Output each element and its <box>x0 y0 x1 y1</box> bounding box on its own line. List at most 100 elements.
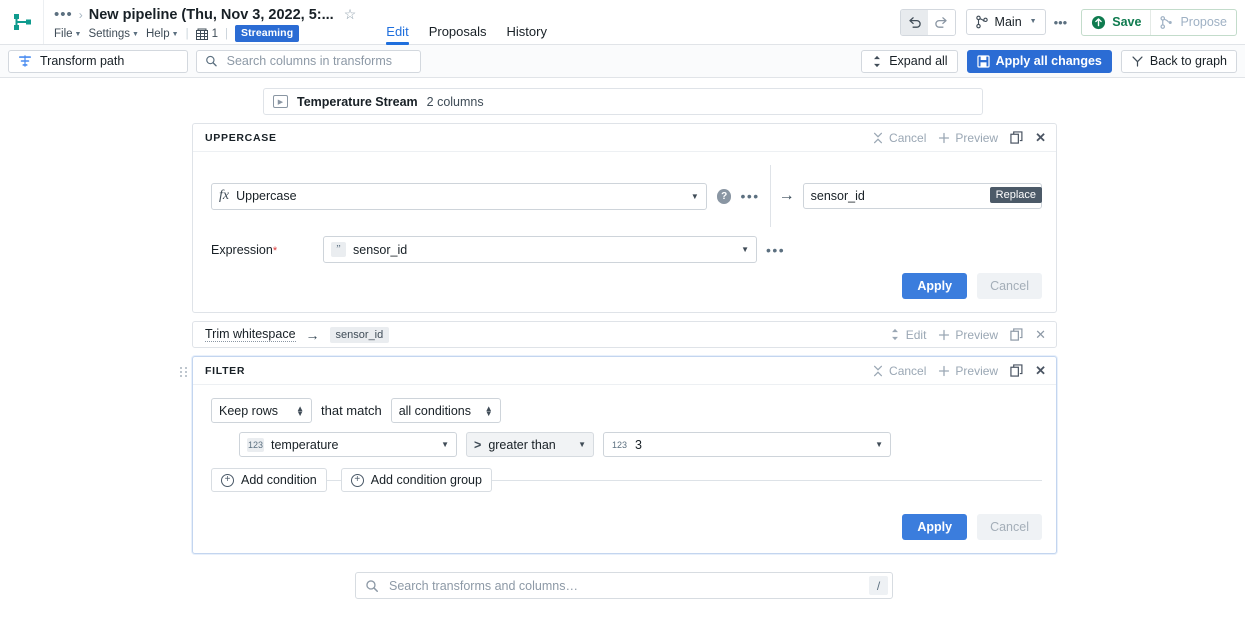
search-columns-input[interactable] <box>225 53 412 69</box>
filter-apply-button[interactable]: Apply <box>902 514 967 540</box>
trim-edit-label: Edit <box>906 328 927 342</box>
trim-edit-button[interactable]: Edit <box>889 328 927 342</box>
page-title: New pipeline (Thu, Nov 3, 2022, 5:... <box>89 7 334 23</box>
uppercase-collapse-cancel-button[interactable]: Cancel <box>872 131 926 145</box>
trim-whitespace-label: Trim whitespace <box>205 327 296 342</box>
undo-button[interactable] <box>901 10 928 35</box>
menu-help[interactable]: Help▼ <box>146 28 179 40</box>
menu-file[interactable]: File▼ <box>54 28 81 40</box>
undo-redo-group <box>900 9 956 36</box>
duplicate-icon <box>1010 364 1023 377</box>
filter-card-body: Keep rows ▲▼ that match all conditions ▲… <box>193 385 1056 502</box>
redo-icon <box>934 15 949 30</box>
menu-settings[interactable]: Settings▼ <box>88 28 139 40</box>
uppercase-card-footer: Apply Cancel <box>193 273 1056 312</box>
condition-value: 3 <box>635 438 642 452</box>
uppercase-duplicate-button[interactable] <box>1010 131 1023 144</box>
condition-column-value: temperature <box>271 438 338 452</box>
transform-path-icon <box>18 54 32 68</box>
duplicate-icon <box>1010 131 1023 144</box>
transform-search-box[interactable]: / <box>355 572 893 599</box>
propose-branch-icon <box>1159 15 1174 30</box>
trim-whitespace-row[interactable]: Trim whitespace → sensor_id Edit Preview <box>192 321 1057 348</box>
function-select[interactable]: fx Uppercase ▼ <box>211 183 707 210</box>
breadcrumb-overflow-button[interactable]: ••• <box>54 10 73 20</box>
output-column-value: sensor_id <box>811 189 865 203</box>
filter-duplicate-button[interactable] <box>1010 364 1023 377</box>
filter-collapse-cancel-button[interactable]: Cancel <box>872 364 926 378</box>
more-options-button[interactable]: ••• <box>1046 9 1076 35</box>
expression-label-text: Expression <box>211 243 273 257</box>
condition-operator-select[interactable]: > greater than ▼ <box>466 432 594 457</box>
add-condition-group-button[interactable]: + Add condition group <box>341 468 492 492</box>
transform-path-button[interactable]: Transform path <box>8 50 188 73</box>
tab-history[interactable]: History <box>497 24 557 45</box>
trim-duplicate-button[interactable] <box>1010 328 1023 341</box>
uppercase-preview-button[interactable]: Preview <box>938 131 998 145</box>
condition-column-select[interactable]: 123 temperature ▼ <box>239 432 457 457</box>
arrow-right-icon: → <box>306 327 320 343</box>
apply-all-changes-button[interactable]: Apply all changes <box>967 50 1112 73</box>
filter-cancel-button[interactable]: Cancel <box>977 514 1042 540</box>
chevron-down-icon: ▼ <box>741 245 749 254</box>
breadcrumb-separator: › <box>79 8 83 22</box>
filter-card-footer: Apply Cancel <box>193 502 1056 553</box>
keep-rows-select[interactable]: Keep rows ▲▼ <box>211 398 312 423</box>
filter-close-button[interactable]: ✕ <box>1035 363 1046 379</box>
add-condition-button[interactable]: + Add condition <box>211 468 327 492</box>
expression-value: sensor_id <box>353 243 407 257</box>
back-to-graph-button[interactable]: Back to graph <box>1121 50 1237 73</box>
tab-edit[interactable]: Edit <box>376 24 418 45</box>
uppercase-card-title: UPPERCASE <box>205 132 277 144</box>
divider: | <box>225 28 228 40</box>
uppercase-apply-button[interactable]: Apply <box>902 273 967 299</box>
filter-preview-button[interactable]: Preview <box>938 364 998 378</box>
expression-more-button[interactable]: ••• <box>766 246 785 254</box>
save-disk-icon <box>977 55 990 68</box>
updown-icon: ▲▼ <box>296 406 304 416</box>
tab-proposals[interactable]: Proposals <box>419 24 497 45</box>
redo-button[interactable] <box>928 10 955 35</box>
trim-preview-button[interactable]: Preview <box>938 328 998 342</box>
app-logo[interactable] <box>0 0 44 44</box>
save-label: Save <box>1112 15 1141 29</box>
branch-selector[interactable]: Main ▼ <box>966 9 1046 35</box>
match-conditions-select[interactable]: all conditions ▲▼ <box>391 398 501 423</box>
transform-canvas: ▶ Temperature Stream 2 columns UPPERCASE… <box>0 78 1245 634</box>
propose-button[interactable]: Propose <box>1150 10 1236 35</box>
uppercase-close-button[interactable]: ✕ <box>1035 130 1046 146</box>
back-to-graph-label: Back to graph <box>1150 54 1227 68</box>
stream-row[interactable]: ▶ Temperature Stream 2 columns <box>263 88 983 115</box>
expand-all-label: Expand all <box>889 54 947 68</box>
transform-search-input[interactable] <box>387 578 861 594</box>
function-more-button[interactable]: ••• <box>740 192 759 200</box>
save-button[interactable]: Save <box>1082 15 1150 30</box>
menu-file-label: File <box>54 28 73 40</box>
expand-all-icon <box>871 55 883 68</box>
branch-icon <box>975 15 989 29</box>
grid-count-button[interactable]: 1 <box>196 28 218 40</box>
help-icon[interactable]: ? <box>717 189 732 204</box>
greater-than-icon: > <box>474 438 481 452</box>
connector-line <box>492 480 1042 481</box>
match-conditions-value: all conditions <box>399 404 471 418</box>
condition-value-select[interactable]: 123 3 ▼ <box>603 432 891 457</box>
favorite-star-icon[interactable]: ☆ <box>344 6 357 23</box>
plus-icon <box>938 365 950 377</box>
search-columns-box[interactable] <box>196 50 421 73</box>
chevron-down-icon: ▼ <box>132 31 139 38</box>
uppercase-cancel-button[interactable]: Cancel <box>977 273 1042 299</box>
expand-all-button[interactable]: Expand all <box>861 50 957 73</box>
save-group: Save Propose <box>1081 9 1237 36</box>
sub-toolbar-actions: Expand all Apply all changes Back to gra… <box>861 50 1237 73</box>
filter-preview-label: Preview <box>955 364 998 378</box>
trim-close-button[interactable]: ✕ <box>1035 327 1046 343</box>
output-column-field[interactable]: sensor_id Replace <box>803 183 1042 209</box>
expression-select[interactable]: ” sensor_id ▼ <box>323 236 757 263</box>
propose-label: Propose <box>1180 15 1227 29</box>
graph-icon <box>1131 55 1144 68</box>
replace-tooltip: Replace <box>990 187 1042 203</box>
drag-handle[interactable] <box>180 367 188 377</box>
chevron-down-icon: ▼ <box>691 192 699 201</box>
uppercase-cancel-label: Cancel <box>889 131 926 145</box>
